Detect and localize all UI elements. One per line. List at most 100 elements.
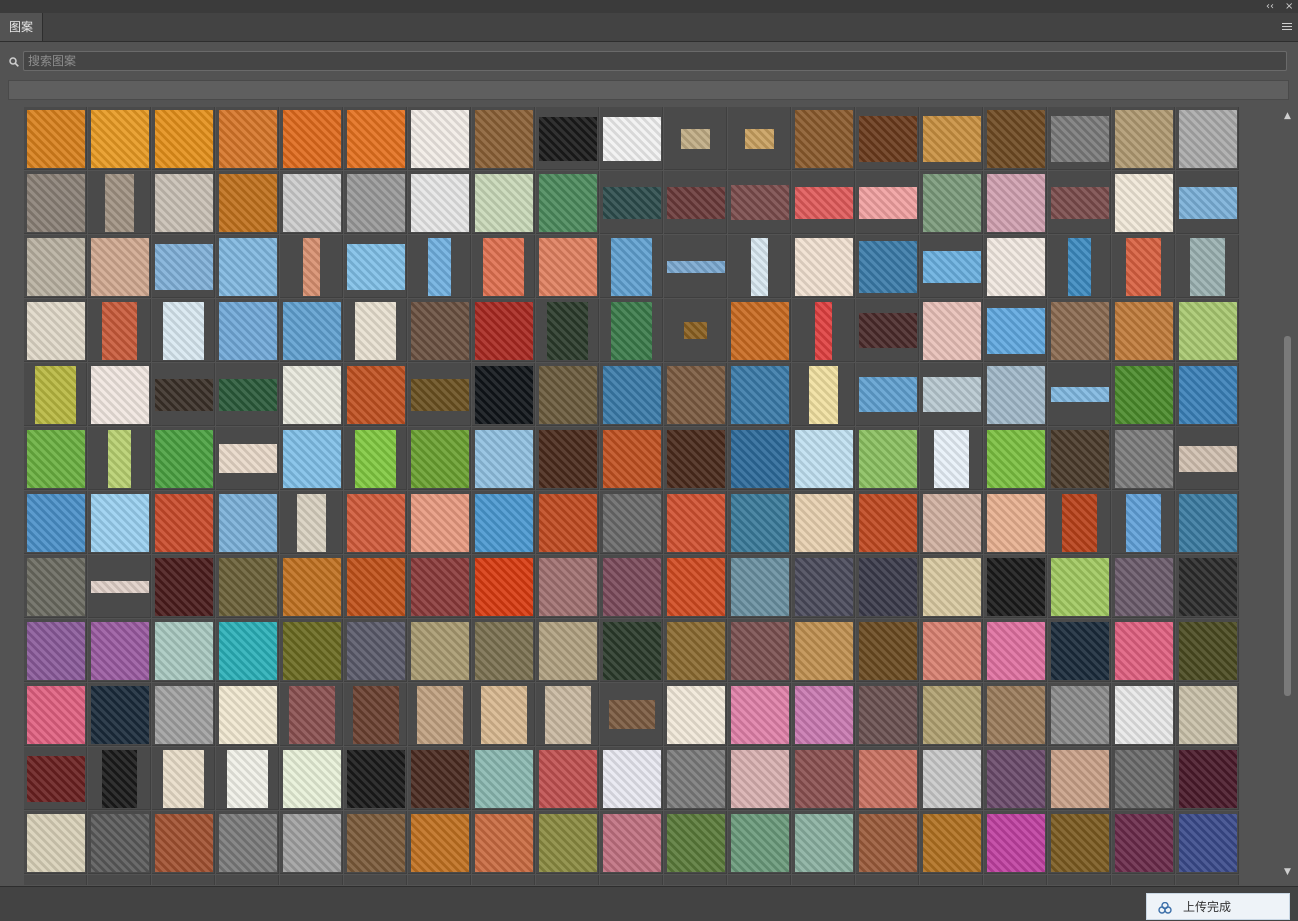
- pattern-swatch[interactable]: [664, 299, 727, 362]
- pattern-swatch[interactable]: [856, 875, 919, 885]
- pattern-swatch[interactable]: [856, 619, 919, 682]
- vertical-scrollbar[interactable]: ▲ ▼: [1282, 112, 1294, 882]
- pattern-swatch[interactable]: [280, 875, 343, 885]
- pattern-swatch[interactable]: [472, 235, 535, 298]
- pattern-swatch[interactable]: [664, 235, 727, 298]
- pattern-swatch[interactable]: [1112, 875, 1175, 885]
- pattern-swatch[interactable]: [408, 235, 471, 298]
- pattern-swatch[interactable]: [88, 747, 151, 810]
- pattern-swatch[interactable]: [792, 363, 855, 426]
- pattern-swatch[interactable]: [344, 555, 407, 618]
- pattern-swatch[interactable]: [1048, 107, 1111, 170]
- pattern-swatch[interactable]: [920, 811, 983, 874]
- pattern-swatch[interactable]: [408, 171, 471, 234]
- pattern-swatch[interactable]: [472, 747, 535, 810]
- pattern-swatch[interactable]: [1112, 491, 1175, 554]
- pattern-swatch[interactable]: [728, 491, 791, 554]
- pattern-swatch[interactable]: [536, 107, 599, 170]
- pattern-swatch[interactable]: [920, 235, 983, 298]
- pattern-swatch[interactable]: [792, 683, 855, 746]
- tab-patterns[interactable]: 图案: [0, 13, 43, 41]
- pattern-swatch[interactable]: [1048, 171, 1111, 234]
- pattern-swatch[interactable]: [216, 619, 279, 682]
- pattern-swatch[interactable]: [1048, 683, 1111, 746]
- pattern-swatch[interactable]: [216, 427, 279, 490]
- pattern-swatch[interactable]: [1048, 363, 1111, 426]
- pattern-swatch[interactable]: [600, 363, 663, 426]
- pattern-swatch[interactable]: [216, 235, 279, 298]
- pattern-swatch[interactable]: [1176, 619, 1239, 682]
- search-input[interactable]: [23, 51, 1287, 71]
- pattern-swatch[interactable]: [1112, 811, 1175, 874]
- pattern-swatch[interactable]: [152, 299, 215, 362]
- pattern-swatch[interactable]: [1112, 107, 1175, 170]
- pattern-swatch[interactable]: [408, 747, 471, 810]
- pattern-swatch[interactable]: [792, 299, 855, 362]
- pattern-swatch[interactable]: [984, 107, 1047, 170]
- pattern-swatch[interactable]: [984, 235, 1047, 298]
- pattern-swatch[interactable]: [472, 619, 535, 682]
- pattern-swatch[interactable]: [344, 811, 407, 874]
- pattern-swatch[interactable]: [152, 235, 215, 298]
- pattern-swatch[interactable]: [664, 107, 727, 170]
- pattern-swatch[interactable]: [216, 875, 279, 885]
- pattern-swatch[interactable]: [280, 363, 343, 426]
- pattern-swatch[interactable]: [152, 747, 215, 810]
- pattern-swatch[interactable]: [664, 747, 727, 810]
- pattern-swatch[interactable]: [664, 619, 727, 682]
- pattern-swatch[interactable]: [280, 811, 343, 874]
- pattern-swatch[interactable]: [728, 171, 791, 234]
- pattern-swatch[interactable]: [472, 875, 535, 885]
- pattern-swatch[interactable]: [600, 235, 663, 298]
- pattern-swatch[interactable]: [1112, 171, 1175, 234]
- pattern-swatch[interactable]: [1176, 747, 1239, 810]
- pattern-swatch[interactable]: [152, 171, 215, 234]
- pattern-swatch[interactable]: [664, 811, 727, 874]
- pattern-swatch[interactable]: [88, 235, 151, 298]
- pattern-swatch[interactable]: [920, 555, 983, 618]
- pattern-swatch[interactable]: [216, 107, 279, 170]
- pattern-swatch[interactable]: [728, 747, 791, 810]
- pattern-swatch[interactable]: [600, 811, 663, 874]
- pattern-swatch[interactable]: [152, 427, 215, 490]
- pattern-swatch[interactable]: [88, 363, 151, 426]
- pattern-swatch[interactable]: [1112, 235, 1175, 298]
- pattern-swatch[interactable]: [152, 491, 215, 554]
- pattern-swatch[interactable]: [24, 619, 87, 682]
- pattern-swatch[interactable]: [600, 427, 663, 490]
- pattern-swatch[interactable]: [856, 299, 919, 362]
- pattern-swatch[interactable]: [344, 747, 407, 810]
- pattern-swatch[interactable]: [792, 107, 855, 170]
- pattern-swatch[interactable]: [728, 619, 791, 682]
- pattern-swatch[interactable]: [536, 235, 599, 298]
- pattern-swatch[interactable]: [792, 619, 855, 682]
- pattern-swatch[interactable]: [856, 811, 919, 874]
- pattern-swatch[interactable]: [920, 427, 983, 490]
- pattern-swatch[interactable]: [280, 747, 343, 810]
- pattern-swatch[interactable]: [88, 875, 151, 885]
- pattern-swatch[interactable]: [600, 619, 663, 682]
- pattern-swatch[interactable]: [24, 235, 87, 298]
- pattern-swatch[interactable]: [408, 107, 471, 170]
- pattern-swatch[interactable]: [472, 555, 535, 618]
- pattern-swatch[interactable]: [216, 491, 279, 554]
- pattern-swatch[interactable]: [88, 427, 151, 490]
- pattern-swatch[interactable]: [1176, 235, 1239, 298]
- pattern-swatch[interactable]: [280, 171, 343, 234]
- pattern-swatch[interactable]: [472, 299, 535, 362]
- pattern-swatch[interactable]: [792, 491, 855, 554]
- pattern-swatch[interactable]: [792, 235, 855, 298]
- pattern-swatch[interactable]: [856, 363, 919, 426]
- pattern-swatch[interactable]: [280, 555, 343, 618]
- pattern-swatch[interactable]: [472, 811, 535, 874]
- pattern-swatch[interactable]: [1048, 619, 1111, 682]
- pattern-swatch[interactable]: [1176, 491, 1239, 554]
- pattern-swatch[interactable]: [1176, 555, 1239, 618]
- pattern-swatch[interactable]: [24, 107, 87, 170]
- pattern-swatch[interactable]: [984, 491, 1047, 554]
- pattern-swatch[interactable]: [920, 491, 983, 554]
- pattern-swatch[interactable]: [1176, 811, 1239, 874]
- pattern-swatch[interactable]: [600, 747, 663, 810]
- pattern-swatch[interactable]: [280, 235, 343, 298]
- pattern-swatch[interactable]: [1112, 747, 1175, 810]
